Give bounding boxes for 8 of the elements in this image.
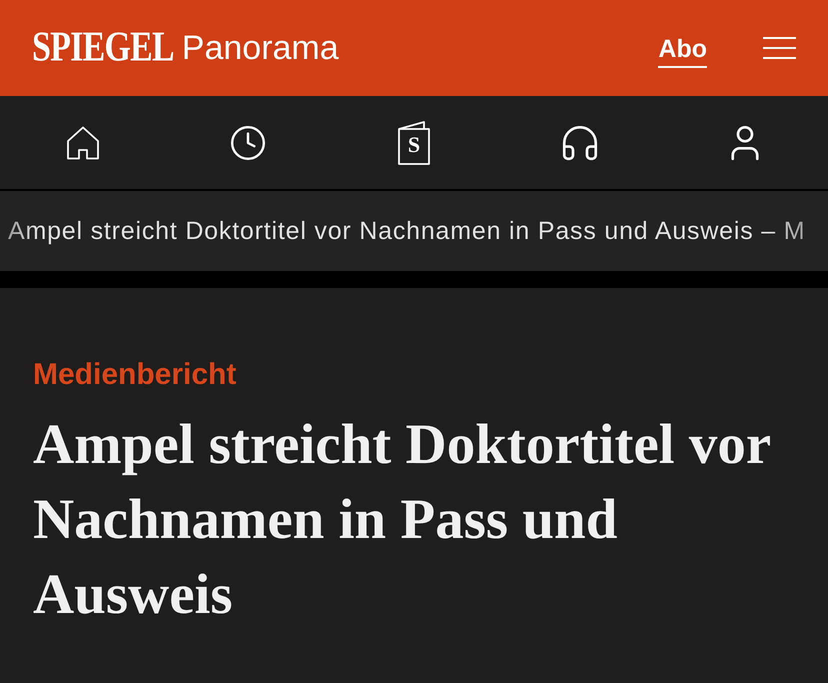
home-icon[interactable] (66, 126, 100, 160)
article-kicker: Medienbericht (33, 357, 238, 393)
menu-button[interactable] (763, 36, 796, 60)
subscribe-link[interactable]: Abo (658, 34, 707, 68)
section-title[interactable]: Panorama (182, 28, 339, 68)
article-headline: Ampel streicht Doktortitel vor Nachnamen in Pass und Ausweis (33, 412, 772, 628)
clock-icon[interactable] (229, 124, 268, 162)
site-logo[interactable]: SPIEGEL (32, 26, 174, 70)
